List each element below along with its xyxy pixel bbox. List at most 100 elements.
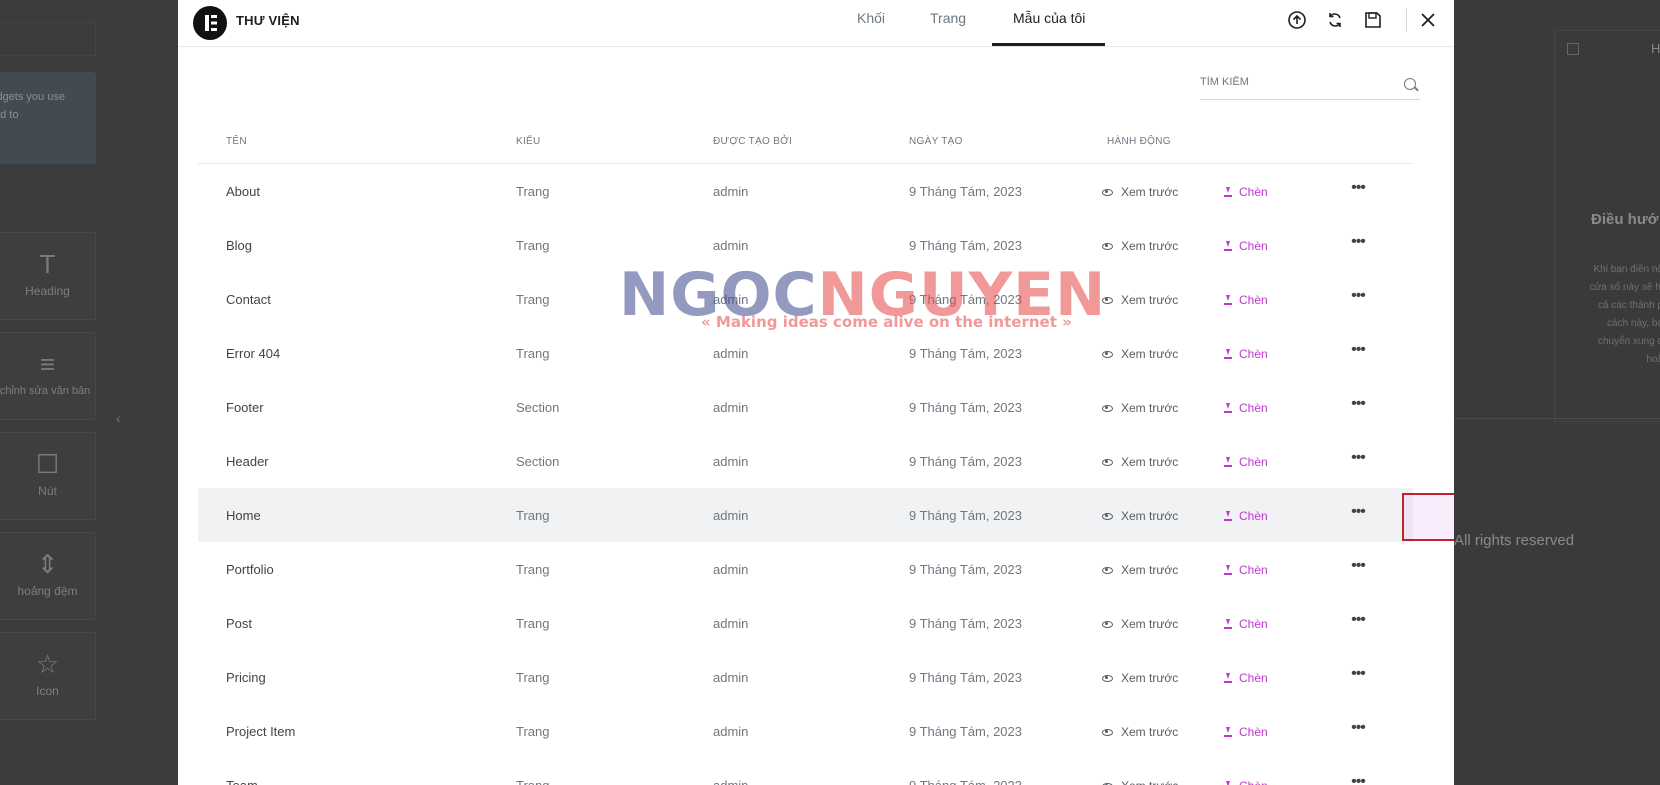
preview-button[interactable]: Xem trước (1102, 182, 1178, 202)
upload-icon[interactable] (1287, 10, 1307, 30)
template-name: Blog (226, 238, 253, 253)
insert-label: Chèn (1239, 725, 1268, 739)
widget-spacer[interactable]: ⇕ hoảng đệm (0, 532, 96, 620)
insert-callout-box (1402, 493, 1454, 541)
template-author: admin (713, 562, 749, 577)
insert-button[interactable]: Chèn (1224, 344, 1268, 364)
insert-label: Chèn (1239, 401, 1268, 415)
close-icon[interactable] (1418, 10, 1438, 30)
widget-label: Heading (25, 284, 70, 298)
widget-heading[interactable]: T Heading (0, 232, 96, 320)
insert-button[interactable]: Chèn (1224, 614, 1268, 634)
tab-my-templates[interactable]: Mẫu của tôi (1013, 10, 1085, 26)
insert-button[interactable]: Chèn (1224, 506, 1268, 526)
search-icon[interactable] (1404, 78, 1416, 90)
col-author: Được tạo bởi (713, 136, 793, 147)
eye-icon (1102, 512, 1113, 520)
table-row: Blog Trang admin 9 Tháng Tám, 2023 Xem trước… (198, 218, 1413, 272)
insert-label: Chèn (1239, 239, 1268, 253)
navigator-text-line: Khi bạn điền nộ (1593, 264, 1660, 275)
preview-label: Xem trước (1121, 509, 1179, 523)
template-date: 9 Tháng Tám, 2023 (909, 346, 1022, 361)
widget-button[interactable]: ☐ Nút (0, 432, 96, 520)
table-body: About Trang admin 9 Tháng Tám, 2023 Xem trướ… (198, 164, 1413, 785)
more-options-button[interactable]: ••• (1348, 720, 1368, 740)
navigator-heading: H (1651, 41, 1660, 56)
widget-text-editor[interactable]: ≡ chỉnh sửa văn bản (0, 332, 96, 420)
library-modal: THƯ VIỆN Khối Trang Mẫu của tôi Tên Kiểu… (178, 0, 1454, 785)
template-date: 9 Tháng Tám, 2023 (909, 616, 1022, 631)
insert-button[interactable]: Chèn (1224, 776, 1268, 785)
template-name: Portfolio (226, 562, 274, 577)
insert-label: Chèn (1239, 185, 1268, 199)
more-options-button[interactable]: ••• (1348, 774, 1368, 785)
widget-label: Icon (36, 684, 59, 698)
preview-button[interactable]: Xem trước (1102, 398, 1178, 418)
table-row: Team Trang admin 9 Tháng Tám, 2023 Xem trước… (198, 758, 1413, 785)
insert-button[interactable]: Chèn (1224, 452, 1268, 472)
more-options-button[interactable]: ••• (1348, 234, 1368, 254)
tab-blocks[interactable]: Khối (857, 10, 885, 26)
navigator-text: Khi bạn điền nộ cửa sổ này sẽ hi cả các … (1579, 261, 1660, 369)
table-row: Footer Section admin 9 Tháng Tám, 2023 Xem t… (198, 380, 1413, 434)
insert-button[interactable]: Chèn (1224, 722, 1268, 742)
more-options-button[interactable]: ••• (1348, 288, 1368, 308)
search-input[interactable] (1200, 76, 1380, 88)
tab-pages[interactable]: Trang (930, 10, 966, 26)
elementor-logo-icon (193, 6, 227, 40)
preview-label: Xem trước (1121, 617, 1179, 631)
table-row: Home Trang admin 9 Tháng Tám, 2023 Xem trước… (198, 488, 1413, 542)
more-options-button[interactable]: ••• (1348, 396, 1368, 416)
preview-button[interactable]: Xem trước (1102, 776, 1178, 785)
template-name: Footer (226, 400, 264, 415)
template-name: Pricing (226, 670, 266, 685)
preview-button[interactable]: Xem trước (1102, 236, 1178, 256)
template-type: Trang (516, 616, 550, 631)
widget-icon[interactable]: ☆ Icon (0, 632, 96, 720)
template-name: Project Item (226, 724, 296, 739)
preview-button[interactable]: Xem trước (1102, 614, 1178, 634)
chevron-left-icon[interactable]: ‹ (116, 410, 121, 426)
more-options-button[interactable]: ••• (1348, 666, 1368, 686)
table-header: Tên Kiểu Được tạo bởi Ngày tạo Hành động (198, 120, 1413, 164)
template-type: Trang (516, 346, 550, 361)
insert-button[interactable]: Chèn (1224, 668, 1268, 688)
insert-button[interactable]: Chèn (1224, 236, 1268, 256)
table-row: About Trang admin 9 Tháng Tám, 2023 Xem trướ… (198, 164, 1413, 218)
sync-icon[interactable] (1325, 10, 1345, 30)
editor-widgets-panel: idgets you use dd to T Heading ≡ chỉnh s… (0, 0, 178, 785)
template-type: Section (516, 454, 560, 469)
save-icon[interactable] (1363, 10, 1383, 30)
preview-button[interactable]: Xem trước (1102, 506, 1178, 526)
widget-label: chỉnh sửa văn bản (0, 385, 91, 397)
preview-button[interactable]: Xem trước (1102, 722, 1178, 742)
template-date: 9 Tháng Tám, 2023 (909, 562, 1022, 577)
more-options-button[interactable]: ••• (1348, 450, 1368, 470)
more-options-button[interactable]: ••• (1348, 180, 1368, 200)
hint-line: idgets you use (0, 91, 65, 103)
more-options-button[interactable]: ••• (1348, 504, 1368, 524)
preview-button[interactable]: Xem trước (1102, 290, 1178, 310)
insert-button[interactable]: Chèn (1224, 182, 1268, 202)
panel-toggle-icon[interactable] (1567, 43, 1579, 55)
preview-button[interactable]: Xem trước (1102, 452, 1178, 472)
preview-button[interactable]: Xem trước (1102, 668, 1178, 688)
template-type: Trang (516, 508, 550, 523)
insert-button[interactable]: Chèn (1224, 398, 1268, 418)
preview-button[interactable]: Xem trước (1102, 344, 1178, 364)
preview-button[interactable]: Xem trước (1102, 560, 1178, 580)
more-options-button[interactable]: ••• (1348, 342, 1368, 362)
more-options-button[interactable]: ••• (1348, 558, 1368, 578)
insert-button[interactable]: Chèn (1224, 560, 1268, 580)
hint-line: dd to (0, 109, 19, 121)
download-icon (1224, 295, 1232, 305)
col-name: Tên (226, 136, 247, 147)
download-icon (1224, 511, 1232, 521)
insert-label: Chèn (1239, 617, 1268, 631)
eye-icon (1102, 296, 1113, 304)
navigator-text-line: cách này, bạ (1607, 318, 1660, 329)
more-options-button[interactable]: ••• (1348, 612, 1368, 632)
preview-label: Xem trước (1121, 347, 1179, 361)
preview-label: Xem trước (1121, 779, 1178, 785)
insert-button[interactable]: Chèn (1224, 290, 1268, 310)
